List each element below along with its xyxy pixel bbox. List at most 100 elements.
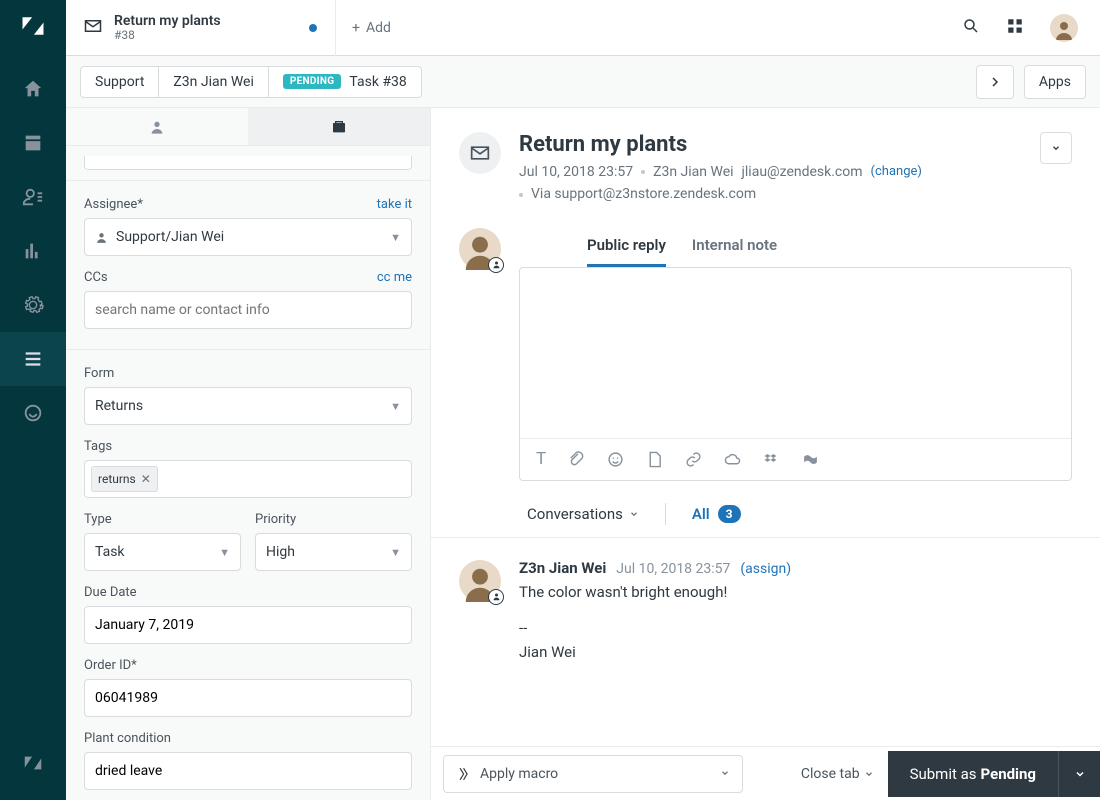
ticket-header: Return my plants Jul 10, 2018 23:57 Z3n …	[431, 108, 1100, 222]
file-icon[interactable]	[646, 451, 663, 468]
tag-chip[interactable]: returns ✕	[91, 466, 158, 492]
cloud-icon[interactable]	[724, 451, 741, 468]
priority-value: High	[266, 544, 295, 560]
sidebar-tab-ticket[interactable]	[248, 108, 430, 145]
ccs-input[interactable]	[84, 291, 412, 329]
order-id-input[interactable]	[84, 679, 412, 717]
search-icon[interactable]	[962, 17, 980, 39]
cc-me-link[interactable]: cc me	[377, 270, 412, 285]
crumb-user[interactable]: Z3n Jian Wei	[159, 67, 268, 97]
assignee-select[interactable]: Support/Jian Wei ▼	[84, 218, 412, 256]
nav-views[interactable]	[0, 116, 66, 170]
type-select[interactable]: Task▼	[84, 533, 241, 571]
form-value: Returns	[95, 398, 143, 414]
assign-link[interactable]: (assign)	[740, 561, 791, 577]
submit-status: Pending	[981, 765, 1036, 783]
conversations-label: Conversations	[527, 505, 623, 523]
tags-input[interactable]: returns ✕	[84, 460, 412, 498]
plus-icon: +	[352, 20, 360, 36]
form-select[interactable]: Returns▼	[84, 387, 412, 425]
add-tab-button[interactable]: + Add	[336, 20, 407, 36]
add-label: Add	[366, 20, 391, 36]
assignee-label: Assignee*	[84, 197, 143, 212]
conversation-message: Z3n Jian Wei Jul 10, 2018 23:57 (assign)…	[431, 537, 1100, 701]
next-ticket-button[interactable]	[976, 65, 1014, 99]
dropbox-icon[interactable]	[763, 451, 780, 468]
chevron-down-icon: ▼	[390, 231, 401, 244]
profile-avatar[interactable]	[1050, 14, 1078, 42]
internal-note-tab[interactable]: Internal note	[692, 228, 777, 267]
submit-button-group: Submit as Pending	[888, 751, 1100, 797]
agent-badge-icon	[488, 257, 504, 273]
emoji-icon[interactable]	[607, 451, 624, 468]
ccs-label: CCs	[84, 270, 108, 285]
nav-home[interactable]	[0, 62, 66, 116]
submit-prefix: Submit as	[910, 765, 977, 783]
public-reply-tab[interactable]: Public reply	[587, 228, 666, 267]
ticket-tab[interactable]: Return my plants #38	[66, 0, 336, 56]
count-badge: 3	[718, 505, 741, 523]
remove-tag-icon[interactable]: ✕	[141, 472, 151, 486]
nav-admin[interactable]	[0, 278, 66, 332]
message-sig-sep: --	[519, 619, 791, 637]
ticket-main: Return my plants Jul 10, 2018 23:57 Z3n …	[431, 108, 1100, 800]
type-value: Task	[95, 544, 125, 560]
chevron-down-icon	[720, 766, 730, 782]
editor-toolbar: T	[520, 438, 1071, 480]
order-id-label: Order ID*	[84, 658, 137, 673]
tab-subtitle: #38	[114, 29, 221, 43]
requester-name: Z3n Jian Wei	[653, 161, 733, 183]
plant-condition-label: Plant condition	[84, 731, 171, 746]
close-tab-button[interactable]: Close tab	[801, 766, 874, 782]
nav-zendesk-icon[interactable]	[0, 736, 66, 790]
conversations-dropdown[interactable]: Conversations	[527, 505, 639, 523]
nav-reporting[interactable]	[0, 224, 66, 278]
due-date-label: Due Date	[84, 585, 137, 600]
due-date-input[interactable]	[84, 606, 412, 644]
nav-rail	[0, 0, 66, 800]
message-sig: Jian Wei	[519, 643, 791, 661]
unsaved-dot-icon	[309, 24, 317, 32]
agent-avatar	[459, 228, 501, 270]
crumb-org[interactable]: Support	[81, 67, 159, 97]
breadcrumb-bar: Support Z3n Jian Wei PENDING Task #38 Ap…	[66, 56, 1100, 108]
chevron-down-icon: ▼	[390, 546, 401, 559]
app-icon[interactable]	[802, 451, 819, 468]
submit-button[interactable]: Submit as Pending	[888, 751, 1058, 797]
link-icon[interactable]	[685, 451, 702, 468]
apps-button[interactable]: Apps	[1024, 65, 1086, 99]
change-requester-link[interactable]: (change)	[871, 162, 922, 183]
plant-condition-input[interactable]	[84, 752, 412, 790]
text-format-icon[interactable]: T	[536, 449, 546, 469]
tab-title: Return my plants	[114, 13, 221, 29]
nav-extra[interactable]	[0, 386, 66, 440]
assignee-value: Support/Jian Wei	[116, 229, 224, 245]
status-badge: PENDING	[283, 74, 342, 89]
crumb-task: PENDING Task #38	[269, 67, 421, 97]
priority-label: Priority	[255, 512, 296, 527]
ticket-menu-button[interactable]	[1040, 132, 1072, 164]
sidebar-tab-user[interactable]	[66, 108, 248, 145]
via-text: Via support@z3nstore.zendesk.com	[531, 183, 756, 205]
attachment-icon[interactable]	[568, 451, 585, 468]
close-tab-label: Close tab	[801, 766, 860, 782]
brand-logo[interactable]	[19, 12, 47, 40]
take-it-link[interactable]: take it	[377, 197, 412, 212]
requester-email: jliau@zendesk.com	[742, 161, 863, 183]
submit-dropdown-button[interactable]	[1058, 751, 1100, 797]
tag-text: returns	[98, 472, 136, 486]
nav-selected[interactable]	[0, 332, 66, 386]
ticket-footer: Apply macro Close tab Submit as Pending	[431, 746, 1100, 800]
macro-label: Apply macro	[480, 766, 558, 782]
priority-select[interactable]: High ▼	[255, 533, 412, 571]
apply-macro-select[interactable]: Apply macro	[443, 755, 743, 793]
nav-customers[interactable]	[0, 170, 66, 224]
ticket-title: Return my plants	[519, 132, 922, 157]
breadcrumb: Support Z3n Jian Wei PENDING Task #38	[80, 66, 422, 98]
filter-all[interactable]: All3	[692, 505, 741, 523]
ticket-timestamp: Jul 10, 2018 23:57	[519, 161, 633, 183]
tags-label: Tags	[84, 439, 112, 454]
apps-grid-icon[interactable]	[1006, 17, 1024, 39]
reply-editor[interactable]: T	[519, 267, 1072, 481]
message-author: Z3n Jian Wei	[519, 559, 606, 577]
